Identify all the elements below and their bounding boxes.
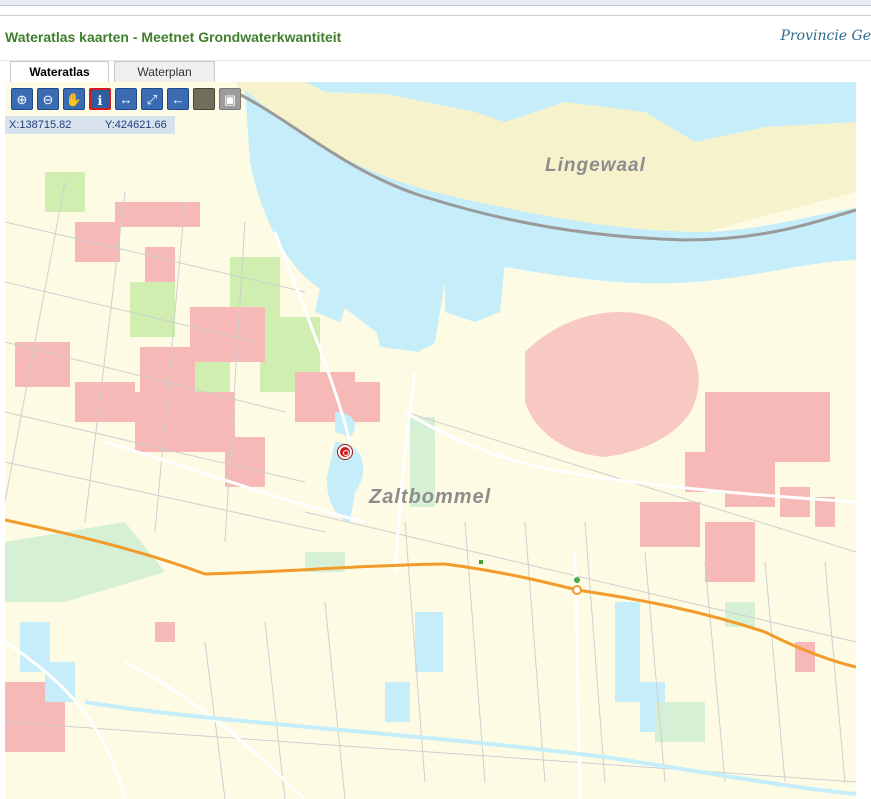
pan-hand-icon[interactable]: ✋ — [63, 88, 85, 110]
x-coordinate: X:138715.82 — [9, 119, 72, 131]
coordinate-readout: X:138715.82 Y:424621.66 — [5, 116, 175, 134]
map-canvas — [5, 82, 856, 799]
info-icon[interactable]: ℹ — [89, 88, 111, 110]
full-extent-icon[interactable]: ⤢ — [141, 88, 163, 110]
back-arrow-icon[interactable]: ← — [167, 88, 189, 110]
title-bar: Wateratlas kaarten - Meetnet Grondwaterk… — [0, 15, 871, 61]
map-toolbar: ⊕ ⊖ ✋ ℹ ↔ ⤢ ← ▣ — [5, 85, 244, 116]
page-title: Wateratlas kaarten - Meetnet Grondwaterk… — [5, 29, 342, 45]
measurement-point-marker[interactable] — [338, 445, 352, 459]
layer-toggle-icon[interactable]: ▣ — [219, 88, 241, 110]
map-viewport[interactable]: Lingewaal Zaltbommel — [5, 82, 856, 799]
zoom-out-icon[interactable]: ⊖ — [37, 88, 59, 110]
river-label-lingewaal: Lingewaal — [545, 155, 646, 176]
tab-waterplan[interactable]: Waterplan — [114, 61, 215, 82]
y-coordinate: Y:424621.66 — [105, 119, 167, 131]
aerial-photo-icon[interactable] — [193, 88, 215, 110]
provincie-link[interactable]: Provincie Ge — [781, 28, 871, 44]
tab-wateratlas[interactable]: Wateratlas — [10, 61, 109, 83]
town-label-zaltbommel: Zaltbommel — [369, 486, 492, 508]
zoom-in-icon[interactable]: ⊕ — [11, 88, 33, 110]
top-bar — [0, 0, 871, 6]
measure-icon[interactable]: ↔ — [115, 88, 137, 110]
